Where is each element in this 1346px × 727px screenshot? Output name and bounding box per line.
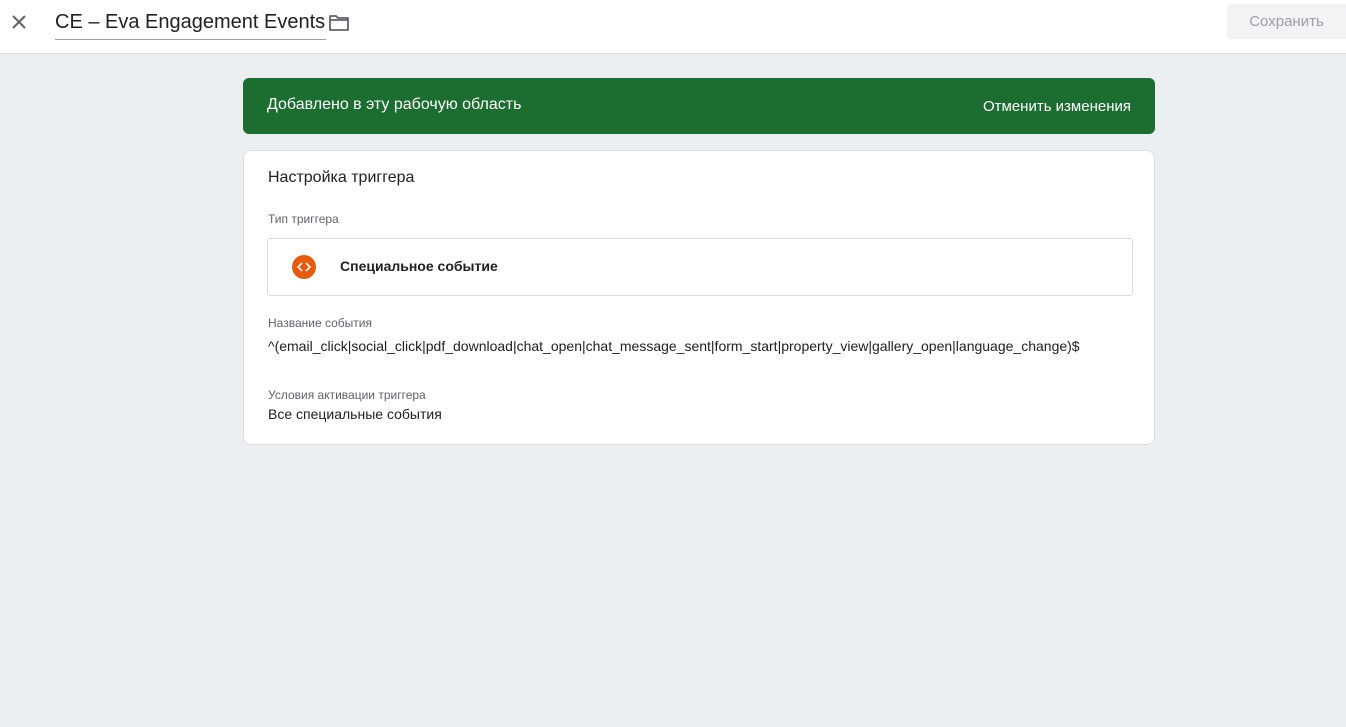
close-icon [12,15,26,29]
top-bar: CE – Eva Engagement Events Сохранить [0,0,1346,54]
card-title: Настройка триггера [268,169,415,186]
close-button[interactable] [6,9,32,35]
trigger-type-selector[interactable]: Специальное событие [267,238,1133,296]
folder-button[interactable] [326,10,352,36]
trigger-conditions-value: Все специальные события [268,406,442,422]
trigger-name-input[interactable]: CE – Eva Engagement Events [55,8,327,40]
banner-message: Добавлено в эту рабочую область [267,96,522,113]
folder-icon [329,15,349,31]
trigger-type-name: Специальное событие [340,258,498,274]
event-name-value: ^(email_click|social_click|pdf_download|… [268,338,1080,354]
trigger-type-label: Тип триггера [268,212,339,226]
trigger-conditions-label: Условия активации триггера [268,388,426,402]
trigger-configuration-card: Настройка триггера Тип триггера Специаль… [243,150,1155,445]
undo-changes-button[interactable]: Отменить изменения [983,98,1131,115]
code-brackets-icon [292,255,316,279]
save-button[interactable]: Сохранить [1227,4,1346,39]
added-to-workspace-banner: Добавлено в эту рабочую область Отменить… [243,78,1155,134]
event-name-label: Название события [268,316,372,330]
